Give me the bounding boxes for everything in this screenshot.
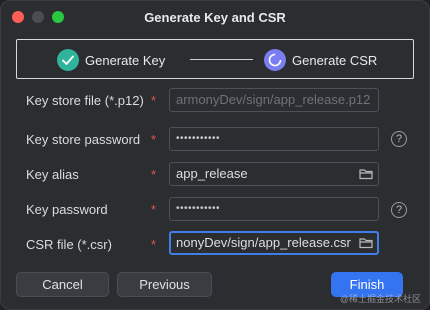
required-mark: * [151, 237, 157, 252]
key-password-field[interactable]: ••••••••••• [169, 197, 379, 221]
step-generate-csr: Generate CSR [292, 53, 378, 68]
dialog-window: Generate Key and CSR Generate Key Genera… [0, 0, 430, 310]
required-mark: * [151, 93, 157, 108]
title-bar: Generate Key and CSR [1, 1, 429, 33]
keystore-password-value: ••••••••••• [176, 133, 221, 144]
folder-icon[interactable] [358, 235, 374, 251]
step-generate-key: Generate Key [85, 53, 166, 68]
refresh-icon [264, 49, 286, 71]
keystore-file-value: armonyDev/sign/app_release.p12 [176, 92, 371, 107]
keystore-password-label: Key store password [26, 132, 141, 147]
csr-file-field[interactable]: nonyDev/sign/app_release.csr [169, 231, 379, 255]
keystore-file-label: Key store file (*.p12) [26, 93, 144, 108]
check-icon [57, 49, 79, 71]
keystore-file-field: armonyDev/sign/app_release.p12 [169, 88, 379, 112]
key-alias-label: Key alias [26, 167, 79, 182]
help-icon[interactable]: ? [391, 202, 407, 218]
key-password-label: Key password [26, 202, 108, 217]
csr-file-value: nonyDev/sign/app_release.csr [176, 235, 351, 250]
step-connector [190, 59, 253, 60]
key-alias-field[interactable]: app_release [169, 162, 379, 186]
required-mark: * [151, 167, 157, 182]
cancel-button[interactable]: Cancel [16, 272, 109, 297]
required-mark: * [151, 132, 157, 147]
key-password-value: ••••••••••• [176, 203, 221, 214]
key-alias-value: app_release [176, 166, 248, 181]
required-mark: * [151, 202, 157, 217]
dialog-title: Generate Key and CSR [144, 10, 286, 25]
help-icon[interactable]: ? [391, 131, 407, 147]
watermark: @稀土掘金技术社区 [339, 294, 421, 304]
previous-button[interactable]: Previous [117, 272, 212, 297]
keystore-password-field[interactable]: ••••••••••• [169, 127, 379, 151]
wizard-steps: Generate Key Generate CSR [16, 39, 414, 79]
csr-file-label: CSR file (*.csr) [26, 237, 112, 252]
folder-icon[interactable] [358, 166, 374, 182]
